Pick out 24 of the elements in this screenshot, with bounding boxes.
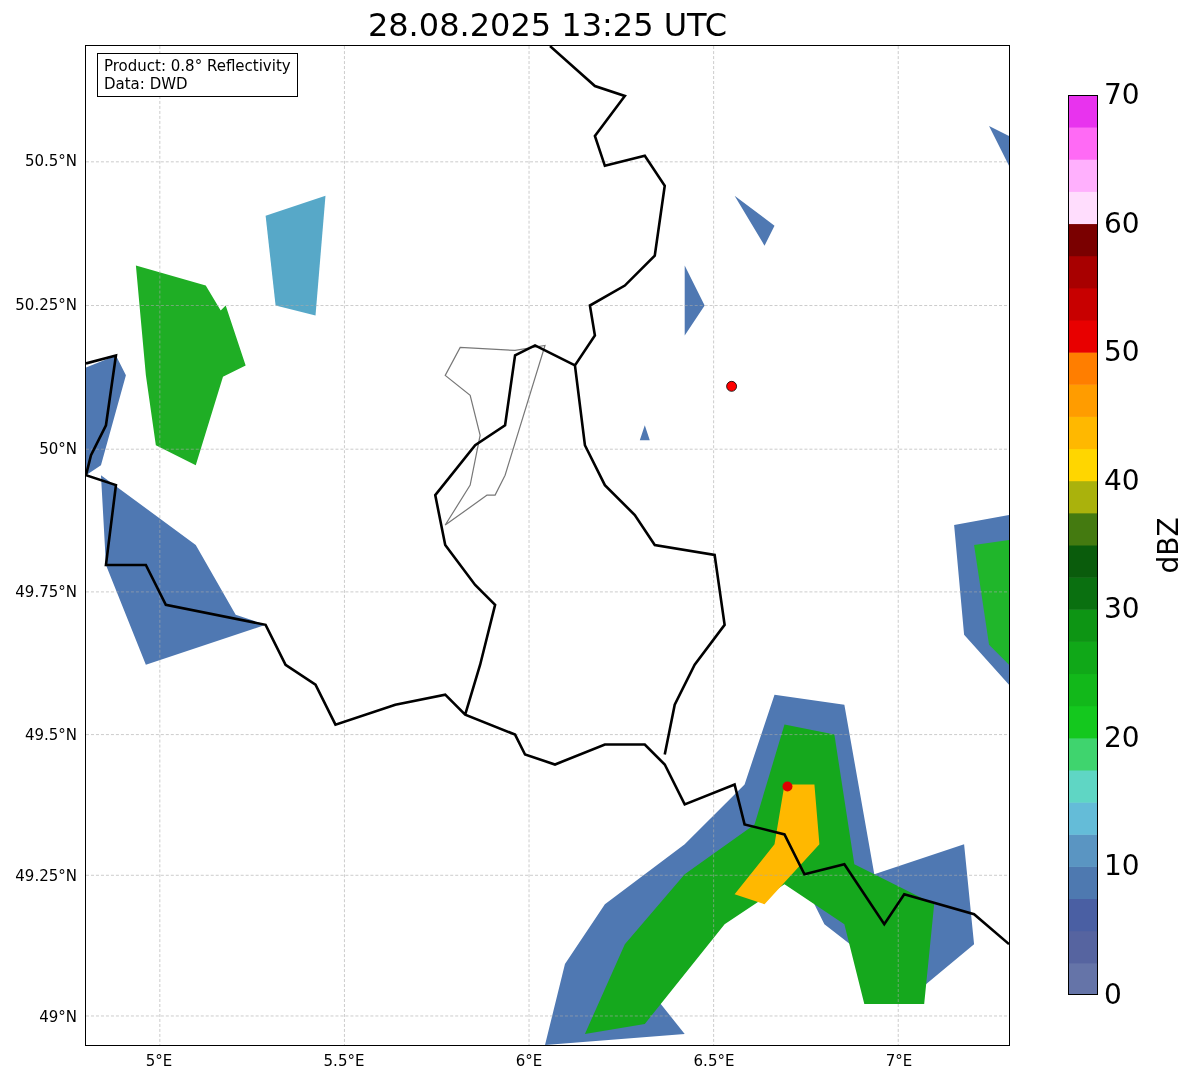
legend-text: Product: 0.8° Reflectivity <box>104 57 291 75</box>
latitude-label: 49.25°N <box>15 867 77 885</box>
colorbar-tick-label: 30 <box>1104 593 1140 626</box>
longitude-label: 6°E <box>515 1052 543 1070</box>
longitude-label: 5.5°E <box>323 1052 365 1070</box>
colorbar-tick-label: 0 <box>1104 979 1122 1011</box>
colorbar-tick-label: 40 <box>1104 464 1140 497</box>
latitude-label: 49°N <box>39 1008 77 1026</box>
longitude-label: 5°E <box>145 1052 173 1070</box>
latitude-label: 50°N <box>39 440 77 458</box>
latitude-label: 49.5°N <box>24 726 77 744</box>
colorbar-label: dBZ <box>1151 516 1185 574</box>
colorbar-tick-label: 20 <box>1104 721 1140 754</box>
legend-text: Data: DWD <box>104 75 189 93</box>
colorbar-tick-label: 10 <box>1104 850 1140 883</box>
colorbar-tick-label: 60 <box>1104 207 1140 240</box>
chart-title: 28.08.2025 13:25 UTC <box>367 5 728 45</box>
latitude-label: 50.5°N <box>24 152 77 170</box>
latitude-label: 49.75°N <box>15 583 77 601</box>
latitude-label: 50.25°N <box>15 296 77 314</box>
colorbar-tick-label: 50 <box>1104 336 1140 369</box>
colorbar-tick-label: 70 <box>1104 79 1140 111</box>
longitude-label: 7°E <box>885 1052 913 1070</box>
longitude-label: 6.5°E <box>693 1052 735 1070</box>
